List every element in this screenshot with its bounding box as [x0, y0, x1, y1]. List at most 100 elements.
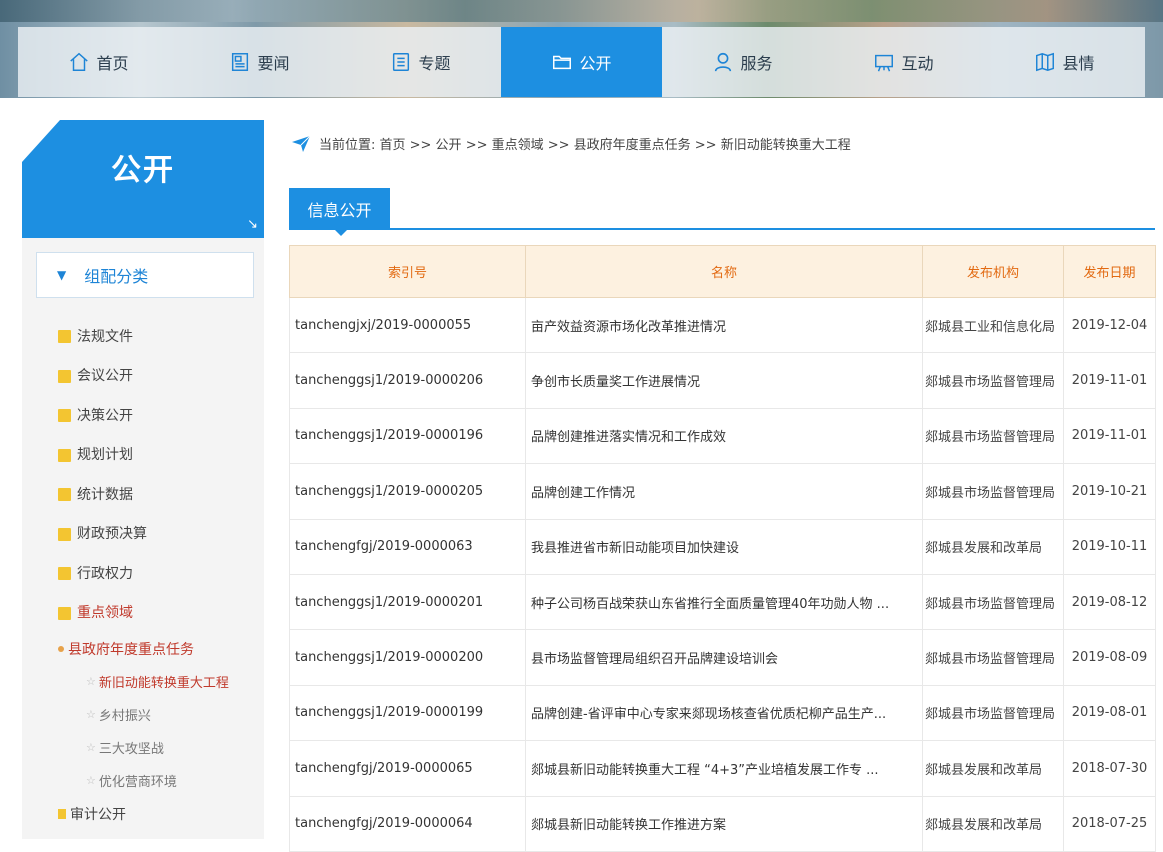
- title-link[interactable]: 郯城县新旧动能转换重大工程 “4+3”产业培植发展工作专 ...: [525, 740, 923, 797]
- nav-label: 要闻: [257, 54, 290, 73]
- main-nav: 首页 要闻 专题 公开 服务 互动 县情: [18, 27, 1145, 97]
- nav-service[interactable]: 服务: [662, 27, 823, 97]
- bullet-dot-icon: [58, 645, 64, 652]
- sidebar-item-regulations[interactable]: 法规文件: [58, 316, 268, 356]
- index-cell: tanchengfgj/2019-0000063: [289, 518, 526, 575]
- table-row: tanchenggsj1/2019-0000205 品牌创建工作情况 郯城县市场监督…: [289, 463, 1156, 520]
- org-cell: 郯城县发展和改革局: [922, 740, 1064, 797]
- sidebar-subitem-new-old-energy[interactable]: ☆ 新旧动能转换重大工程: [58, 665, 268, 698]
- folder-icon: [551, 51, 573, 73]
- table-row: tanchenggsj1/2019-0000206 争创市长质量奖工作进展情况 郯城…: [289, 352, 1156, 409]
- index-cell: tanchenggsj1/2019-0000196: [289, 407, 526, 465]
- date-cell: 2019-08-12: [1063, 573, 1156, 631]
- sidebar-item-meetings[interactable]: 会议公开: [58, 356, 268, 396]
- folder-icon: [58, 369, 71, 383]
- date-cell: 2019-08-09: [1063, 629, 1156, 686]
- nav-label: 服务: [740, 54, 773, 73]
- folder-icon: [58, 567, 71, 581]
- table-row: tanchenggsj1/2019-0000200 县市场监督管理局组织召开品牌建…: [289, 629, 1156, 686]
- index-cell: tanchenggsj1/2019-0000206: [289, 352, 526, 409]
- nav-topics[interactable]: 专题: [340, 27, 501, 97]
- title-link[interactable]: 品牌创建推进落实情况和工作成效: [525, 407, 923, 465]
- sidebar-subitem-annual-tasks[interactable]: 县政府年度重点任务: [58, 632, 268, 665]
- sidebar-subitem-business-env[interactable]: ☆ 优化营商环境: [58, 764, 268, 797]
- sidebar-item-statistics[interactable]: 统计数据: [58, 474, 268, 514]
- user-icon: [712, 51, 734, 73]
- org-cell: 郯城县市场监督管理局: [922, 573, 1064, 631]
- nav-open[interactable]: 公开: [501, 27, 662, 97]
- board-icon: [873, 51, 895, 73]
- nav-county[interactable]: 县情: [984, 27, 1145, 97]
- title-link[interactable]: 亩产效益资源市场化改革推进情况: [525, 296, 923, 354]
- sidebar-item-powers[interactable]: 行政权力: [58, 553, 268, 593]
- sidebar-menu: 法规文件 会议公开 决策公开 规划计划 统计数据 财政预决算 行政权力 重点领域…: [58, 316, 268, 830]
- nav-news[interactable]: 要闻: [179, 27, 340, 97]
- sidebar-header: 公开 ↘: [22, 120, 264, 238]
- sidebar-subitem-label: 审计公开: [70, 806, 126, 823]
- folder-open-icon: [58, 606, 71, 620]
- nav-interact[interactable]: 互动: [823, 27, 984, 97]
- title-link[interactable]: 争创市长质量奖工作进展情况: [525, 352, 923, 409]
- index-cell: tanchenggsj1/2019-0000199: [289, 684, 526, 742]
- title-link[interactable]: 县市场监督管理局组织召开品牌建设培训会: [525, 629, 923, 686]
- folder-icon: [58, 808, 66, 819]
- arrow-corner-icon: ↘: [247, 217, 258, 232]
- folder-icon: [58, 488, 71, 502]
- sidebar-subitem-three-battles[interactable]: ☆ 三大攻坚战: [58, 731, 268, 764]
- home-icon: [68, 51, 90, 73]
- index-cell: tanchenggsj1/2019-0000201: [289, 573, 526, 631]
- map-icon: [1034, 51, 1056, 73]
- sidebar-item-label: 会议公开: [77, 368, 133, 385]
- category-header[interactable]: ▼ 组配分类: [36, 252, 254, 298]
- title-link[interactable]: 品牌创建-省评审中心专家来郯现场核查省优质杞柳产品生产...: [525, 684, 923, 742]
- location-arrow-icon: [292, 135, 311, 152]
- date-cell: 2019-08-01: [1063, 684, 1156, 742]
- sidebar-item-label: 重点领域: [77, 605, 133, 622]
- sidebar-item-plans[interactable]: 规划计划: [58, 435, 268, 475]
- index-cell: tanchengfgj/2019-0000064: [289, 795, 526, 852]
- sidebar-item-label: 规划计划: [77, 447, 133, 464]
- sidebar-subitem-rural-revival[interactable]: ☆ 乡村振兴: [58, 698, 268, 731]
- breadcrumb: 当前位置: 首页 >> 公开 >> 重点领域 >> 县政府年度重点任务 >> 新…: [291, 134, 851, 153]
- title-link[interactable]: 我县推进省市新旧动能项目加快建设: [525, 518, 923, 575]
- sidebar-item-label: 法规文件: [77, 328, 133, 345]
- table-row: tanchenggsj1/2019-0000199 品牌创建-省评审中心专家来郯现…: [289, 684, 1156, 742]
- sidebar-item-label: 决策公开: [77, 407, 133, 424]
- sidebar-subitem-audit[interactable]: 审计公开: [58, 797, 268, 830]
- document-icon: [390, 51, 412, 73]
- org-cell: 郯城县市场监督管理局: [922, 352, 1064, 409]
- sidebar-subitem-label: 新旧动能转换重大工程: [98, 676, 229, 691]
- header-banner: 首页 要闻 专题 公开 服务 互动 县情: [0, 0, 1163, 98]
- date-cell: 2018-07-30: [1063, 740, 1156, 797]
- table-row: tanchengfgj/2019-0000063 我县推进省市新旧动能项目加快建设…: [289, 518, 1156, 575]
- breadcrumb-text: 当前位置: 首页 >> 公开 >> 重点领域 >> 县政府年度重点任务 >> 新…: [319, 138, 851, 153]
- title-link[interactable]: 种子公司杨百战荣获山东省推行全面质量管理40年功勋人物 ...: [525, 573, 923, 631]
- star-icon: ☆: [86, 774, 96, 787]
- sidebar-subitem-label: 乡村振兴: [98, 709, 151, 724]
- title-link[interactable]: 郯城县新旧动能转换工作推进方案: [525, 795, 923, 852]
- date-cell: 2019-11-01: [1063, 352, 1156, 409]
- sidebar-item-decisions[interactable]: 决策公开: [58, 395, 268, 435]
- banner-photo-strip: [0, 0, 1163, 22]
- org-cell: 郯城县市场监督管理局: [922, 463, 1064, 520]
- tab-underline: [289, 228, 1155, 230]
- org-cell: 郯城县市场监督管理局: [922, 629, 1064, 686]
- nav-label: 互动: [901, 54, 934, 73]
- date-cell: 2019-10-21: [1063, 463, 1156, 520]
- table-row: tanchengfgj/2019-0000065 郯城县新旧动能转换重大工程 “4…: [289, 740, 1156, 797]
- star-icon: ☆: [86, 708, 96, 721]
- info-table: 索引号 名称 发布机构 发布日期 tanchengjxj/2019-000005…: [289, 245, 1156, 852]
- star-icon: ☆: [86, 675, 96, 688]
- nav-home[interactable]: 首页: [18, 27, 179, 97]
- sidebar-item-budget[interactable]: 财政预决算: [58, 514, 268, 554]
- date-cell: 2019-12-04: [1063, 296, 1156, 354]
- sidebar-item-key-areas[interactable]: 重点领域: [58, 593, 268, 633]
- title-link[interactable]: 品牌创建工作情况: [525, 463, 923, 520]
- category-label: 组配分类: [84, 267, 149, 286]
- tab-info-disclosure[interactable]: 信息公开: [289, 188, 390, 229]
- folder-icon: [58, 409, 71, 423]
- tab-pointer: [334, 229, 348, 236]
- nav-label: 公开: [579, 54, 612, 73]
- triangle-down-icon: ▼: [57, 268, 67, 282]
- sidebar-title: 公开: [111, 153, 175, 188]
